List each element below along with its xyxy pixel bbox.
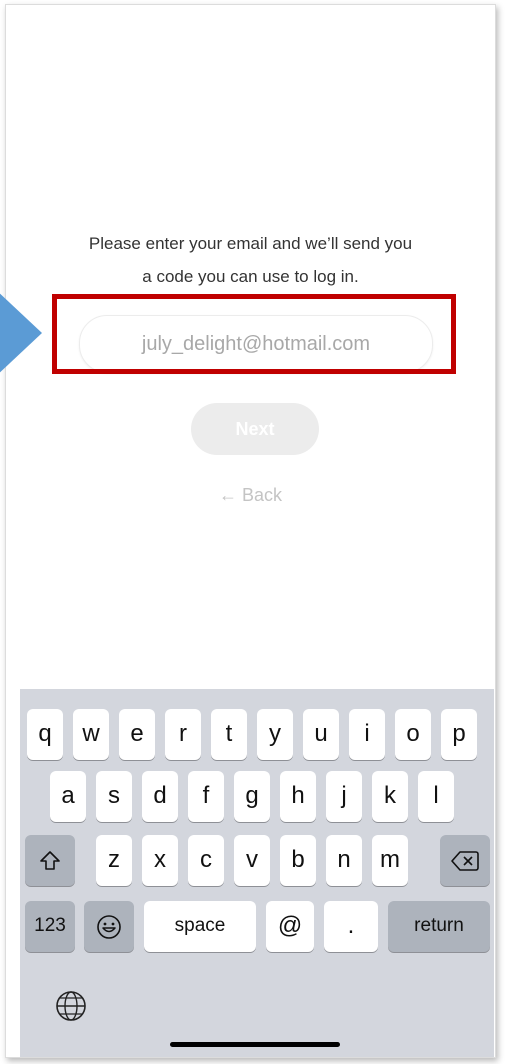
globe-icon (56, 991, 86, 1021)
instruction-line-2: a code you can use to log in. (142, 267, 359, 286)
key-q[interactable]: q (27, 709, 63, 760)
phone-screen: Please enter your email and we’ll send y… (5, 4, 496, 1058)
key-n[interactable]: n (326, 835, 362, 886)
key-i[interactable]: i (349, 709, 385, 760)
key-p[interactable]: p (441, 709, 477, 760)
key-d[interactable]: d (142, 771, 178, 822)
key-r[interactable]: r (165, 709, 201, 760)
key-j[interactable]: j (326, 771, 362, 822)
key-o[interactable]: o (395, 709, 431, 760)
key-h[interactable]: h (280, 771, 316, 822)
return-key[interactable]: return (388, 901, 490, 952)
backspace-icon (451, 850, 479, 871)
key-g[interactable]: g (234, 771, 270, 822)
key-x[interactable]: x (142, 835, 178, 886)
back-link-label: ← Back (218, 485, 283, 505)
emoji-icon (97, 914, 121, 939)
emoji-key[interactable] (84, 901, 134, 952)
key-f[interactable]: f (188, 771, 224, 822)
key-c[interactable]: c (188, 835, 224, 886)
shift-icon (40, 850, 60, 870)
key-a[interactable]: a (50, 771, 86, 822)
numbers-key[interactable]: 123 (25, 901, 75, 952)
key-z[interactable]: z (96, 835, 132, 886)
key-u[interactable]: u (303, 709, 339, 760)
key-s[interactable]: s (96, 771, 132, 822)
instruction-line-1: Please enter your email and we’ll send y… (88, 234, 413, 253)
key-b[interactable]: b (280, 835, 316, 886)
key-m[interactable]: m (372, 835, 408, 886)
key-w[interactable]: w (73, 709, 109, 760)
home-indicator (170, 1042, 340, 1047)
email-input[interactable]: july_delight@hotmail.com (79, 315, 433, 373)
key-k[interactable]: k (372, 771, 408, 822)
shift-key[interactable] (25, 835, 75, 886)
space-key[interactable]: space (144, 901, 256, 952)
pointer-arrow (0, 288, 42, 378)
dot-key[interactable]: . (324, 901, 378, 952)
at-key[interactable]: @ (266, 901, 314, 952)
globe-key[interactable] (54, 989, 88, 1023)
key-l[interactable]: l (418, 771, 454, 822)
key-t[interactable]: t (211, 709, 247, 760)
key-e[interactable]: e (119, 709, 155, 760)
instruction-text: Please enter your email and we’ll send y… (6, 227, 495, 293)
back-link[interactable]: ← Back (6, 485, 495, 506)
backspace-key[interactable] (440, 835, 490, 886)
key-v[interactable]: v (234, 835, 270, 886)
keyboard: q w e r t y u i o p a s d f g h j k l z … (20, 689, 494, 1057)
key-y[interactable]: y (257, 709, 293, 760)
next-button[interactable]: Next (191, 403, 319, 455)
